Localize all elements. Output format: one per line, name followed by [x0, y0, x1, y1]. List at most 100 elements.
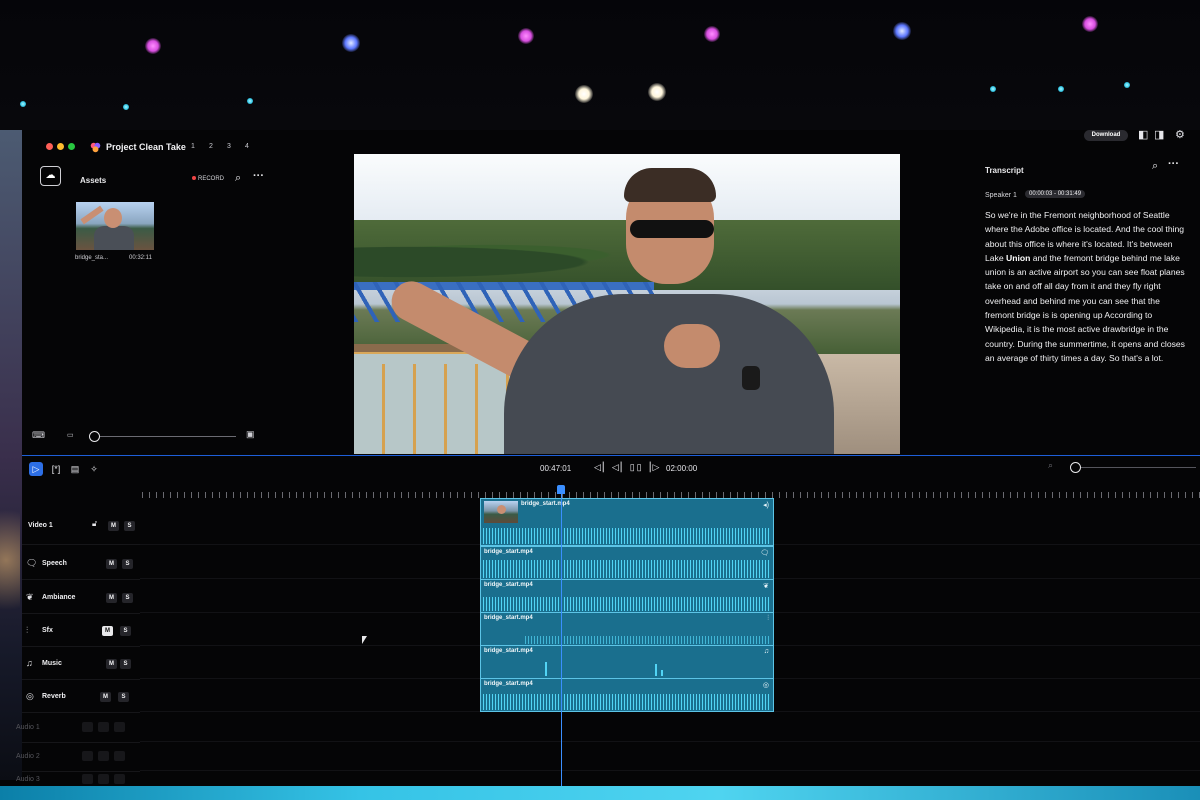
search-icon[interactable]: ⌕: [1152, 160, 1158, 173]
mute-button[interactable]: M: [102, 626, 113, 636]
solo-button[interactable]: S: [124, 521, 135, 531]
clip-video[interactable]: bridge_start.mp4 ◂): [480, 498, 774, 546]
track-label: Sfx: [42, 627, 53, 634]
clip-tool-icon[interactable]: ▤: [68, 462, 82, 476]
forward-icon[interactable]: ▕▷: [644, 462, 662, 472]
track-label: Ambiance: [42, 594, 76, 601]
mute-button[interactable]: M: [106, 659, 117, 669]
solo-button[interactable]: [114, 751, 125, 761]
solo-button[interactable]: S: [118, 692, 129, 702]
clip-name: bridge_start.mp4: [484, 582, 533, 588]
zoom-icon[interactable]: ⌕: [1048, 460, 1053, 471]
tab-3[interactable]: 3: [227, 143, 231, 150]
solo-button[interactable]: S: [120, 626, 131, 636]
clip-speech[interactable]: bridge_start.mp4 🗨︎: [480, 546, 774, 580]
stage-light: [518, 28, 534, 44]
clip-sfx[interactable]: bridge_start.mp4 ⫶: [480, 612, 774, 646]
track-header-audio-1: Audio 1: [16, 714, 140, 743]
solo-button[interactable]: [114, 722, 125, 732]
asset-name: bridge_sta...: [75, 255, 109, 261]
tab-1[interactable]: 1: [191, 143, 195, 150]
ai-edit-tool-icon[interactable]: ✧: [87, 462, 101, 476]
track-label: Audio 2: [16, 753, 40, 760]
clip-ambiance[interactable]: bridge_start.mp4 ❦: [480, 579, 774, 613]
tab-4[interactable]: 4: [245, 143, 249, 150]
keyboard-icon[interactable]: ⌨: [32, 430, 45, 441]
mute-button[interactable]: M: [106, 593, 117, 603]
clip-name: bridge_start.mp4: [484, 549, 533, 555]
rewind-icon[interactable]: ◁▏: [612, 462, 630, 472]
clip-reverb[interactable]: bridge_start.mp4 ◎: [480, 678, 774, 712]
clip-music[interactable]: bridge_start.mp4 ♫: [480, 645, 774, 679]
transcript-title: Transcript: [985, 166, 1024, 175]
stage-light: [648, 83, 666, 101]
panel-layout-left-icon[interactable]: ◧: [1138, 128, 1148, 141]
lock-button[interactable]: [82, 774, 93, 784]
solo-button[interactable]: [114, 774, 125, 784]
current-timecode: 00:47:01: [540, 464, 572, 473]
pause-icon[interactable]: ▯▯: [630, 462, 644, 472]
thumbnail-size-slider-handle[interactable]: [89, 431, 100, 442]
asset-duration: 00:32:11: [129, 255, 152, 261]
stage-light: [990, 86, 996, 92]
asset-thumbnail[interactable]: [76, 202, 154, 250]
skip-back-icon[interactable]: ◁▏: [594, 462, 612, 472]
search-icon[interactable]: ⌕: [235, 172, 241, 185]
settings-gear-icon[interactable]: ⚙: [1175, 128, 1185, 141]
app-window: Project Clean Take 1 2 3 4 Download ◧ ◨ …: [16, 128, 1200, 786]
timeline-zoom-slider[interactable]: [1076, 467, 1196, 468]
window-close-button[interactable]: [46, 143, 53, 150]
stage-light: [123, 104, 129, 110]
transport-controls: ◁▏◁▏▯▯▕▷: [594, 462, 661, 473]
solo-button[interactable]: S: [122, 593, 133, 603]
clip-name: bridge_start.mp4: [484, 648, 533, 654]
track-label: Speech: [42, 560, 67, 567]
timeline-zoom-slider-handle[interactable]: [1070, 462, 1081, 473]
lock-button[interactable]: [82, 722, 93, 732]
trim-tool-icon[interactable]: [*]: [49, 462, 63, 476]
solo-button[interactable]: S: [122, 559, 133, 569]
playhead[interactable]: [561, 490, 562, 786]
stage-light: [893, 22, 911, 40]
tab-2[interactable]: 2: [209, 143, 213, 150]
lock-icon[interactable]: 🔓︎: [92, 519, 97, 529]
mute-button[interactable]: M: [100, 692, 111, 702]
reverb-icon: ◎: [762, 682, 769, 689]
mute-button[interactable]: [98, 722, 109, 732]
audio-peak: [661, 670, 663, 676]
download-button[interactable]: Download: [1084, 130, 1128, 141]
more-options-icon[interactable]: ···: [253, 170, 264, 182]
window-maximize-button[interactable]: [68, 143, 75, 150]
clip-thumbnail: [484, 501, 518, 523]
cloud-assets-icon[interactable]: ☁: [40, 166, 61, 186]
timeline-ruler[interactable]: [142, 486, 1200, 498]
thumbnail-size-slider[interactable]: [90, 436, 236, 437]
window-minimize-button[interactable]: [57, 143, 64, 150]
large-thumbnail-icon[interactable]: ▣: [246, 429, 255, 440]
mute-button[interactable]: [98, 751, 109, 761]
clip-name: bridge_start.mp4: [484, 681, 533, 687]
track-label: Video 1: [28, 522, 53, 529]
stage-light: [1124, 82, 1130, 88]
video-preview[interactable]: [354, 154, 900, 454]
more-options-icon[interactable]: ···: [1168, 158, 1179, 170]
stage-light: [145, 38, 161, 54]
record-label: RECORD: [198, 176, 225, 182]
panel-layout-right-icon[interactable]: ◨: [1154, 128, 1164, 141]
track-header-video-1: Video 1 🔓︎ M S: [22, 504, 140, 545]
mute-button[interactable]: [98, 774, 109, 784]
stage-background: [0, 0, 1200, 130]
record-button[interactable]: RECORD: [192, 176, 224, 182]
project-title[interactable]: Project Clean Take: [106, 142, 186, 152]
track-area[interactable]: bridge_start.mp4 ◂) bridge_start.mp4 🗨︎ …: [140, 498, 1200, 786]
solo-button[interactable]: S: [120, 659, 131, 669]
mute-button[interactable]: M: [106, 559, 117, 569]
music-note-icon: ♫: [763, 648, 769, 655]
timeline-toolbar: ▷ [*] ▤ ✧ 00:47:01 ◁▏◁▏▯▯▕▷ 02:00:00 ⌕: [22, 456, 1200, 482]
speech-icon: 🗨︎: [26, 558, 38, 568]
mute-button[interactable]: M: [108, 521, 119, 531]
small-thumbnail-icon[interactable]: ▭: [67, 431, 74, 439]
select-tool-icon[interactable]: ▷: [29, 462, 43, 476]
transcript-text[interactable]: So we're in the Fremont neighborhood of …: [985, 208, 1185, 365]
lock-button[interactable]: [82, 751, 93, 761]
